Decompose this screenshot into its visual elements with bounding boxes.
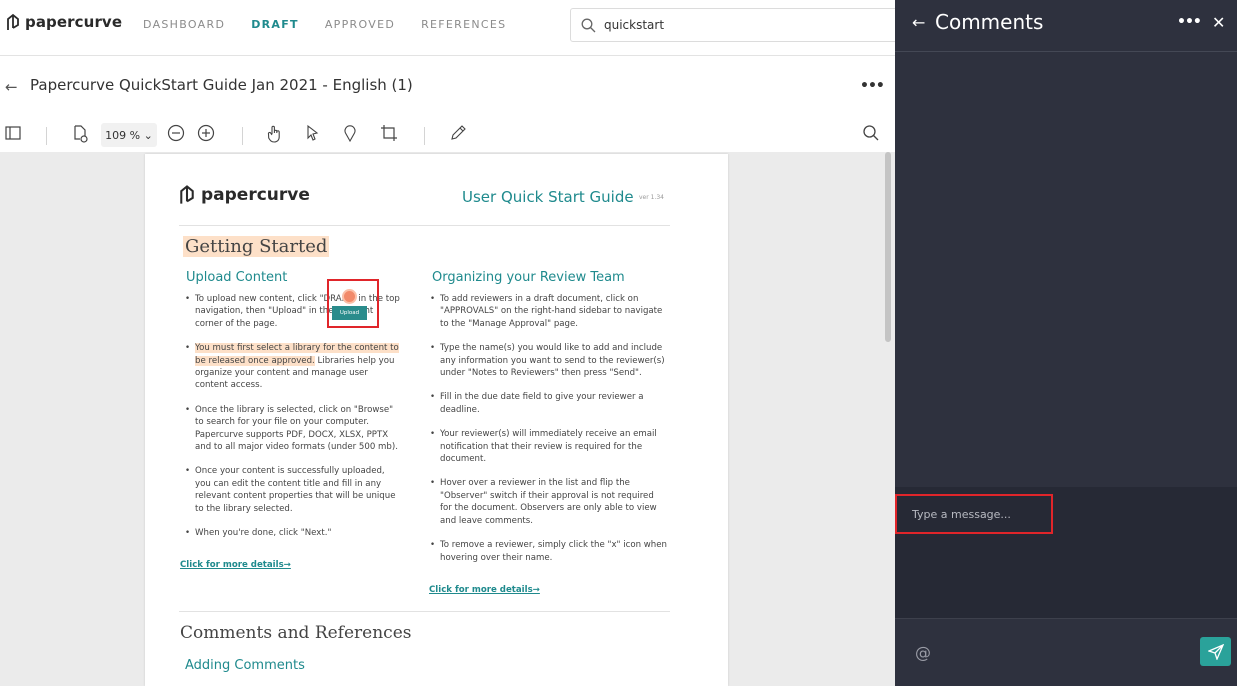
page-brand-name: papercurve [201,184,310,205]
more-options-icon[interactable]: ••• [860,78,885,94]
organizing-review-team-heading: Organizing your Review Team [432,270,625,285]
page-divider [179,611,670,612]
viewer-scrollbar[interactable] [885,152,891,342]
viewer-toolbar: 109 % ⌄ [0,118,895,152]
zoom-in-icon[interactable] [197,124,215,142]
back-arrow-icon[interactable]: ← [912,13,925,32]
send-button[interactable] [1200,637,1231,666]
list-item: Once your content is successfully upload… [185,465,400,515]
search-box [570,8,900,42]
nav-references[interactable]: REFERENCES [421,18,506,31]
upload-content-list: To upload new content, click "DRAFT" in … [185,293,400,552]
search-icon [581,18,596,32]
close-icon[interactable]: ✕ [1212,13,1225,32]
comments-references-heading: Comments and References [180,623,412,643]
getting-started-heading: Getting Started [183,236,330,257]
adding-comments-heading: Adding Comments [185,658,305,673]
zoom-out-icon[interactable] [167,124,185,142]
review-team-list: To add reviewers in a draft document, cl… [430,293,667,576]
list-item: Your reviewer(s) will immediately receiv… [430,428,667,465]
list-item: Once the library is selected, click on "… [185,404,400,454]
papercurve-logo-icon [7,13,19,30]
comments-panel-title: Comments [935,10,1044,34]
pin-annotation-icon[interactable] [342,124,358,142]
document-title: Papercurve QuickStart Guide Jan 2021 - E… [30,76,413,94]
message-composer [895,487,1237,619]
app-root: papercurve DASHBOARD DRAFT APPROVED REFE… [0,0,1237,686]
message-input-box [895,494,1053,534]
toolbar-divider [242,127,243,145]
list-item: To remove a reviewer, simply click the "… [430,539,667,564]
select-pointer-icon[interactable] [305,124,321,142]
brand-name: papercurve [25,13,123,31]
upload-content-heading: Upload Content [186,270,288,285]
back-arrow-icon[interactable]: ← [5,78,18,96]
comments-panel: ← Comments ••• ✕ @ [895,0,1237,686]
page-settings-icon[interactable] [71,124,89,144]
list-item: Hover over a reviewer in the list and fl… [430,477,667,527]
list-item: When you're done, click "Next." [185,527,400,540]
search-input[interactable] [604,18,854,32]
document-title-bar: ← Papercurve QuickStart Guide Jan 2021 -… [0,56,895,114]
document-search-icon[interactable] [862,124,880,142]
nav-approved[interactable]: APPROVED [325,18,395,31]
papercurve-logo-icon [180,185,194,204]
crop-area-icon[interactable] [380,124,398,142]
pan-hand-icon[interactable] [266,124,284,144]
message-input[interactable] [912,507,1042,521]
main-nav: DASHBOARD DRAFT APPROVED REFERENCES [143,18,532,31]
list-item: Type the name(s) you would like to add a… [430,342,667,379]
pencil-draw-icon[interactable] [449,124,467,142]
review-team-more-details-link[interactable]: Click for more details→ [429,585,540,595]
send-icon [1207,643,1224,660]
guide-title: User Quick Start Guide [462,188,634,206]
comment-pin-marker[interactable] [342,289,357,304]
document-page: papercurve User Quick Start Guide ver 1.… [145,154,728,686]
toolbar-divider [424,127,425,145]
upload-more-details-link[interactable]: Click for more details→ [180,560,291,570]
list-item: To add reviewers in a draft document, cl… [430,293,667,330]
more-options-icon[interactable]: ••• [1177,14,1202,30]
guide-version: ver 1.34 [639,194,664,201]
mention-at-icon[interactable]: @ [915,643,931,662]
top-navigation-bar: papercurve DASHBOARD DRAFT APPROVED REFE… [0,0,900,56]
sidebar-toggle-icon[interactable] [4,124,22,142]
toolbar-divider [46,127,47,145]
nav-draft[interactable]: DRAFT [251,18,299,31]
list-item: You must first select a library for the … [185,342,400,392]
upload-button-image: Upload [332,306,367,320]
list-item: Fill in the due date field to give your … [430,391,667,416]
comments-panel-header: ← Comments ••• ✕ [895,0,1237,52]
page-divider [179,225,670,226]
brand-logo[interactable]: papercurve [6,13,122,31]
zoom-level-dropdown[interactable]: 109 % ⌄ [101,123,157,147]
page-brand-logo: papercurve [179,184,310,205]
annotation-highlight-box [327,279,379,328]
nav-dashboard[interactable]: DASHBOARD [143,18,225,31]
